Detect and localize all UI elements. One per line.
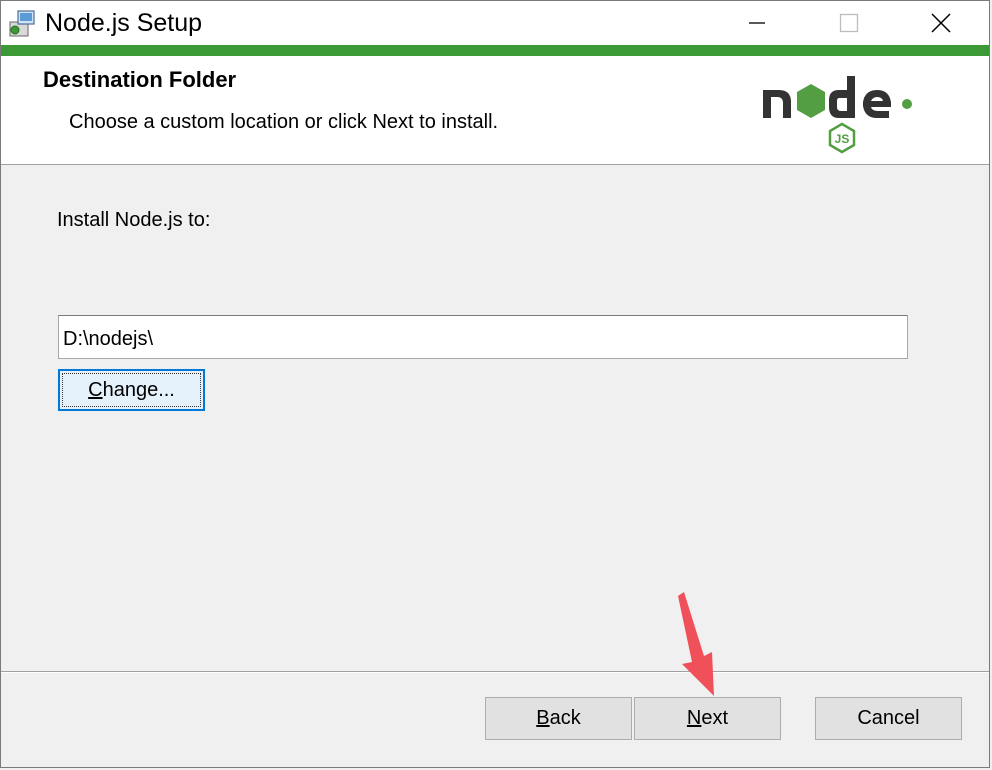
install-label: Install Node.js to: [57,209,211,231]
cancel-label: Cancel [857,707,920,729]
minimize-button[interactable] [711,1,803,45]
setup-window: Node.js Setup Destination Folder Choose … [0,0,990,768]
install-path-input[interactable] [58,315,908,359]
footer-separator [1,671,989,673]
back-button[interactable]: Back [485,697,632,740]
next-label: ext [701,707,729,729]
next-mnemonic: N [686,707,702,729]
title-bar[interactable]: Node.js Setup [1,1,989,45]
js-badge-text: JS [835,132,850,146]
change-mnemonic: C [88,378,103,401]
next-button[interactable]: Next [634,697,781,740]
change-label: hange... [102,378,175,401]
close-button[interactable] [895,1,987,45]
change-button[interactable]: Change... [58,369,205,411]
installer-icon [7,8,37,38]
minimize-icon [749,22,765,24]
page-title: Destination Folder [43,67,237,92]
nodejs-logo: JS [759,62,929,162]
back-mnemonic: B [536,707,550,729]
accent-bar [1,45,989,56]
cancel-button[interactable]: Cancel [815,697,962,740]
dialog-header: Destination Folder Choose a custom locat… [1,56,989,165]
maximize-button[interactable] [803,1,895,45]
close-icon [931,13,951,33]
page-subtitle: Choose a custom location or click Next t… [69,111,499,133]
annotation-arrow-icon [678,592,714,696]
back-label: ack [549,707,581,729]
maximize-icon [839,13,859,33]
window-title: Node.js Setup [45,9,203,37]
